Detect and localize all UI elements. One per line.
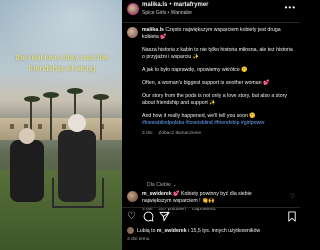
heart-icon[interactable]: ♡ — [127, 211, 136, 223]
avatar — [127, 227, 134, 234]
reel-video[interactable]: the real love story was the friendship a… — [0, 0, 122, 250]
audio-track[interactable]: Spice Girls • Wannabe — [142, 10, 192, 16]
hashtags[interactable]: #loveisblindpolska #loveisblind #friends… — [142, 120, 265, 126]
caption-line: Nasza historia z kabin to nie tylko hist… — [142, 47, 293, 60]
post-panel: malika.ls • martafrymer Spice Girls • Wann… — [122, 0, 300, 250]
bookmark-icon[interactable] — [287, 211, 297, 226]
filter-label: Dla Ciebie — [147, 182, 171, 188]
palm-tree — [50, 96, 52, 140]
chevron-down-icon: ⌄ — [172, 182, 177, 188]
post-age: 3 dni — [142, 131, 153, 136]
translate-link[interactable]: Zobacz tłumaczenie — [158, 131, 201, 136]
send-icon[interactable] — [159, 211, 170, 226]
post-viewer: the real love story was the friendship a… — [0, 0, 300, 250]
comment-filter[interactable]: Dla Ciebie ⌄ — [147, 182, 177, 188]
caption-line: And how it really happened, we'll tell y… — [142, 113, 256, 119]
caption-username[interactable]: malika.ls — [142, 27, 164, 33]
woman-sitting — [10, 128, 44, 202]
separator: • — [169, 2, 172, 8]
avatar[interactable] — [127, 3, 139, 15]
woman-standing — [58, 114, 96, 202]
caption-line: Our story from the pods is not only a lo… — [142, 93, 287, 106]
divider — [122, 22, 300, 23]
author-username[interactable]: malika.ls — [142, 2, 167, 8]
avatar[interactable] — [127, 191, 138, 202]
action-bar: ♡ — [127, 211, 297, 223]
coauthor-username[interactable]: martafrymer — [173, 2, 208, 8]
caption-line: Often, a woman's biggest support is anot… — [142, 80, 270, 86]
caption-line: A jak to było naprawdę, opowiemy wkrótce… — [142, 67, 248, 73]
heart-icon[interactable]: ♡ — [290, 193, 295, 200]
more-horizontal-icon[interactable]: ••• — [285, 3, 296, 12]
avatar[interactable] — [127, 27, 138, 38]
liker-username[interactable]: m_swiderek — [157, 228, 187, 234]
comment-username[interactable]: m_swiderek — [142, 191, 172, 197]
divider — [122, 207, 300, 208]
sky-glow — [0, 0, 122, 90]
post-header: malika.ls • martafrymer Spice Girls • Wann… — [122, 0, 300, 18]
post-timestamp: 3 dni temu — [127, 237, 150, 242]
video-overlay-text: the real love story was the friendship a… — [15, 53, 109, 73]
likes-summary[interactable]: Lubią to m_swiderek i 15,5 tys. innych u… — [127, 227, 297, 234]
palm-tree — [100, 98, 102, 140]
comment-icon[interactable] — [143, 211, 154, 226]
